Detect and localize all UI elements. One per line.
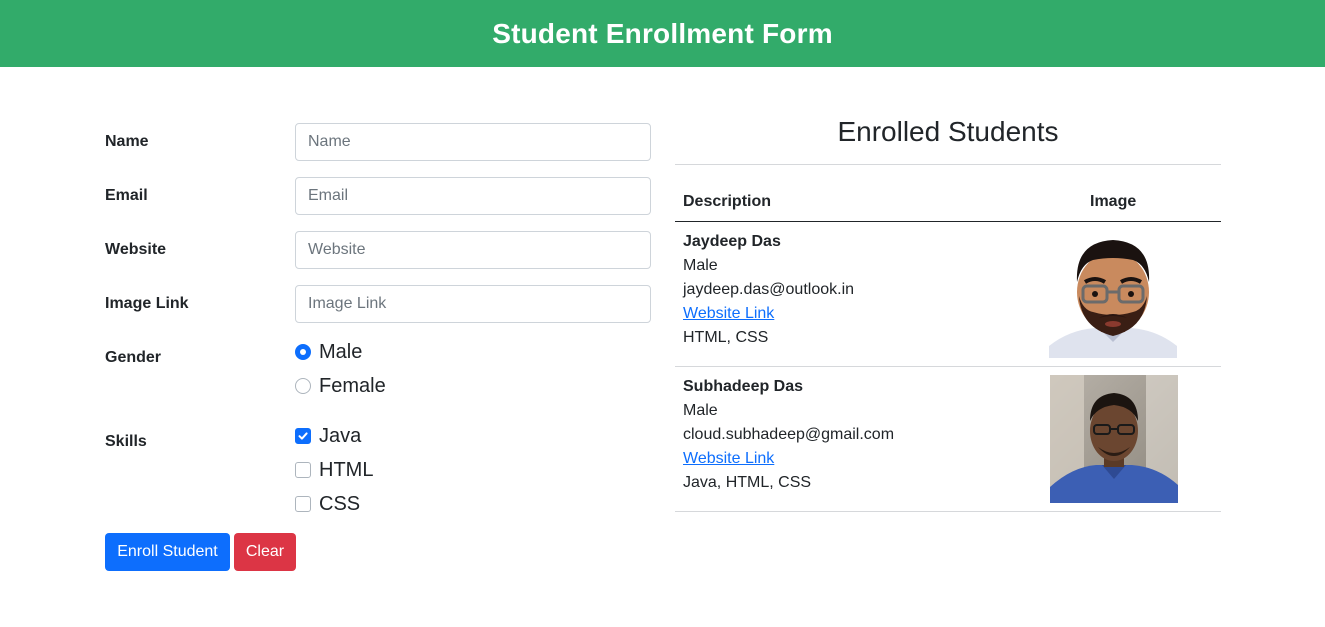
title-divider [675,164,1221,165]
page-title: Student Enrollment Form [492,17,833,49]
website-label: Website [105,241,167,258]
email-input[interactable] [295,177,651,215]
male-label: Male [319,340,363,363]
student-email: cloud.subhadeep@gmail.com [683,426,895,443]
checkmark-icon [298,432,308,440]
photo-avatar-icon [1050,375,1178,503]
header-divider [675,221,1221,222]
skill-option-css[interactable]: CSS [295,492,360,516]
male-radio[interactable] [295,344,311,360]
website-input[interactable] [295,231,651,269]
row-divider [675,366,1221,367]
student-website-link[interactable]: Website Link [683,305,774,322]
java-label: Java [319,424,362,447]
student-website-link[interactable]: Website Link [683,450,774,467]
skills-label: Skills [105,433,147,450]
table-row: Subhadeep Das Male cloud.subhadeep@gmail… [683,375,894,495]
clear-button[interactable]: Clear [234,533,296,571]
name-input[interactable] [295,123,651,161]
skill-option-java[interactable]: Java [295,424,361,448]
name-label: Name [105,133,149,150]
skill-option-html[interactable]: HTML [295,458,373,482]
email-label: Email [105,187,148,204]
student-skills: HTML, CSS [683,329,769,346]
female-radio[interactable] [295,378,311,394]
student-gender: Male [683,257,718,274]
gender-option-female[interactable]: Female [295,374,386,398]
enrolled-students-title: Enrolled Students [837,116,1059,147]
css-checkbox[interactable] [295,496,311,512]
enroll-student-button[interactable]: Enroll Student [105,533,230,571]
student-skills: Java, HTML, CSS [683,474,812,491]
html-checkbox[interactable] [295,462,311,478]
app-header: Student Enrollment Form [0,0,1325,67]
student-photo [1050,375,1178,503]
gender-label: Gender [105,349,162,366]
student-name: Subhadeep Das [683,378,804,395]
image-link-input[interactable] [295,285,651,323]
table-row: Jaydeep Das Male jaydeep.das@outlook.in … [683,230,854,350]
student-avatar [1049,230,1177,358]
student-gender: Male [683,402,718,419]
row-divider [675,511,1221,512]
student-email: jaydeep.das@outlook.in [683,281,855,298]
html-label: HTML [319,458,374,481]
student-name: Jaydeep Das [683,233,781,250]
description-column-header: Description [683,193,772,210]
image-link-label: Image Link [105,295,189,312]
java-checkbox[interactable] [295,428,311,444]
css-label: CSS [319,492,361,515]
female-label: Female [319,374,386,397]
gender-option-male[interactable]: Male [295,340,362,364]
cartoon-avatar-icon [1049,230,1177,358]
image-column-header: Image [1090,193,1137,210]
